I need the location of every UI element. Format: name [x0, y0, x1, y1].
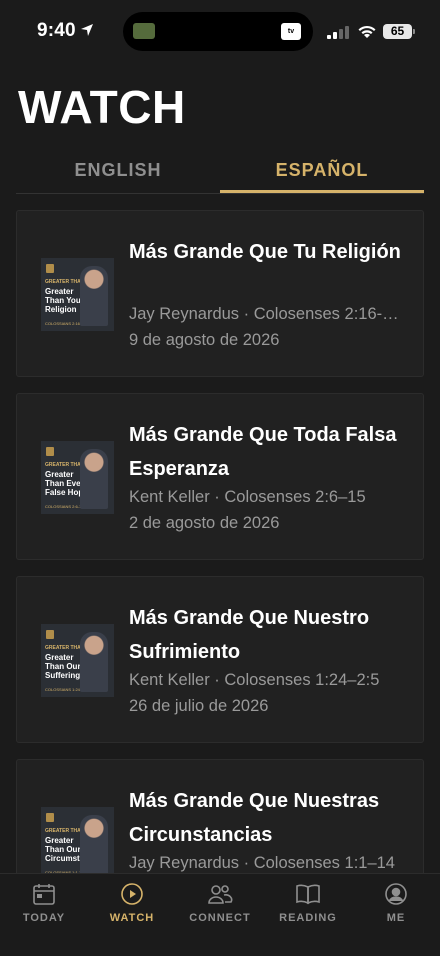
bottom-tab-bar: TODAY WATCH CONNECT READING ME: [0, 873, 440, 956]
battery-tip: [413, 29, 415, 34]
thumbnail-kicker: GREATER THAN: [45, 645, 85, 651]
sermon-card[interactable]: GREATER THAN Greater Than Every False Ho…: [16, 393, 424, 560]
sermon-title: Más Grande Que Nuestro Sufrimiento: [129, 607, 370, 663]
status-time: 9:40: [37, 20, 76, 41]
language-tabs: ENGLISH ESPAÑOL: [16, 150, 424, 194]
thumbnail-kicker: GREATER THAN: [45, 828, 85, 834]
nav-me[interactable]: ME: [352, 882, 440, 924]
nav-connect-label: CONNECT: [189, 912, 251, 924]
wifi-icon: [358, 25, 376, 38]
dynamic-island: tv: [123, 12, 313, 51]
tab-espanol[interactable]: ESPAÑOL: [220, 150, 424, 193]
sermon-thumbnail: GREATER THAN Greater Than Our Circumstan…: [41, 807, 114, 880]
sermon-title: Más Grande Que Nuestras Circunstancias: [129, 790, 380, 846]
thumbnail-reference: COLOSSIANS 2:6-15: [45, 504, 84, 509]
sermon-title: Más Grande Que Toda Falsa Esperanza: [129, 424, 397, 480]
battery-level: 65: [383, 24, 412, 39]
sermon-meta: Kent Keller · Colosenses 1:24–2:5: [129, 671, 380, 689]
church-crest-icon: [46, 447, 54, 456]
nav-watch[interactable]: WATCH: [88, 882, 176, 924]
location-arrow-icon: [81, 24, 93, 36]
nav-today[interactable]: TODAY: [0, 882, 88, 924]
people-icon: [208, 885, 233, 904]
nav-today-label: TODAY: [22, 912, 66, 924]
church-crest-icon: [46, 630, 54, 639]
sermon-thumbnail: GREATER THAN Greater Than Every False Ho…: [41, 441, 114, 514]
sermon-card[interactable]: GREATER THAN Greater Than Your Religion …: [16, 210, 424, 377]
speaker-photo: [80, 632, 108, 692]
sermon-date: 26 de julio de 2026: [129, 697, 269, 715]
sermon-title: Más Grande Que Tu Religión: [129, 241, 401, 263]
nav-connect[interactable]: CONNECT: [176, 882, 264, 924]
sermon-meta: Jay Reynardus · Colosenses 1:1–14: [129, 854, 395, 872]
now-playing-thumbnail: [133, 23, 155, 39]
sermon-meta: Jay Reynardus · Colosenses 2:16-…: [129, 305, 399, 323]
church-crest-icon: [46, 813, 54, 822]
nav-me-label: ME: [386, 912, 406, 924]
sermon-meta: Kent Keller · Colosenses 2:6–15: [129, 488, 366, 506]
cellular-signal-icon: [327, 26, 349, 39]
play-icon: [121, 883, 143, 905]
sermon-thumbnail: GREATER THAN Greater Than Your Religion …: [41, 258, 114, 331]
thumbnail-kicker: GREATER THAN: [45, 462, 85, 468]
sermon-thumbnail: GREATER THAN Greater Than Our Suffering …: [41, 624, 114, 697]
calendar-icon: [33, 884, 55, 905]
nav-reading[interactable]: READING: [264, 882, 352, 924]
watch-screen: 9:40 tv 65 WATCH ENGLISH ESPAÑOL GREATER…: [0, 0, 440, 956]
sermon-date: 9 de agosto de 2026: [129, 331, 280, 349]
apple-tv-icon: tv: [281, 23, 301, 40]
tab-english[interactable]: ENGLISH: [16, 150, 220, 193]
sermon-date: 2 de agosto de 2026: [129, 514, 280, 532]
nav-reading-label: READING: [279, 912, 337, 924]
nav-watch-label: WATCH: [109, 912, 155, 924]
speaker-photo: [80, 266, 108, 326]
thumbnail-kicker: GREATER THAN: [45, 279, 85, 285]
book-icon: [296, 884, 320, 905]
profile-icon: [385, 883, 407, 905]
speaker-photo: [80, 815, 108, 875]
page-title: WATCH: [18, 81, 186, 133]
status-bar: 9:40 tv 65: [0, 0, 440, 62]
church-crest-icon: [46, 264, 54, 273]
speaker-photo: [80, 449, 108, 509]
sermon-card[interactable]: GREATER THAN Greater Than Our Suffering …: [16, 576, 424, 743]
